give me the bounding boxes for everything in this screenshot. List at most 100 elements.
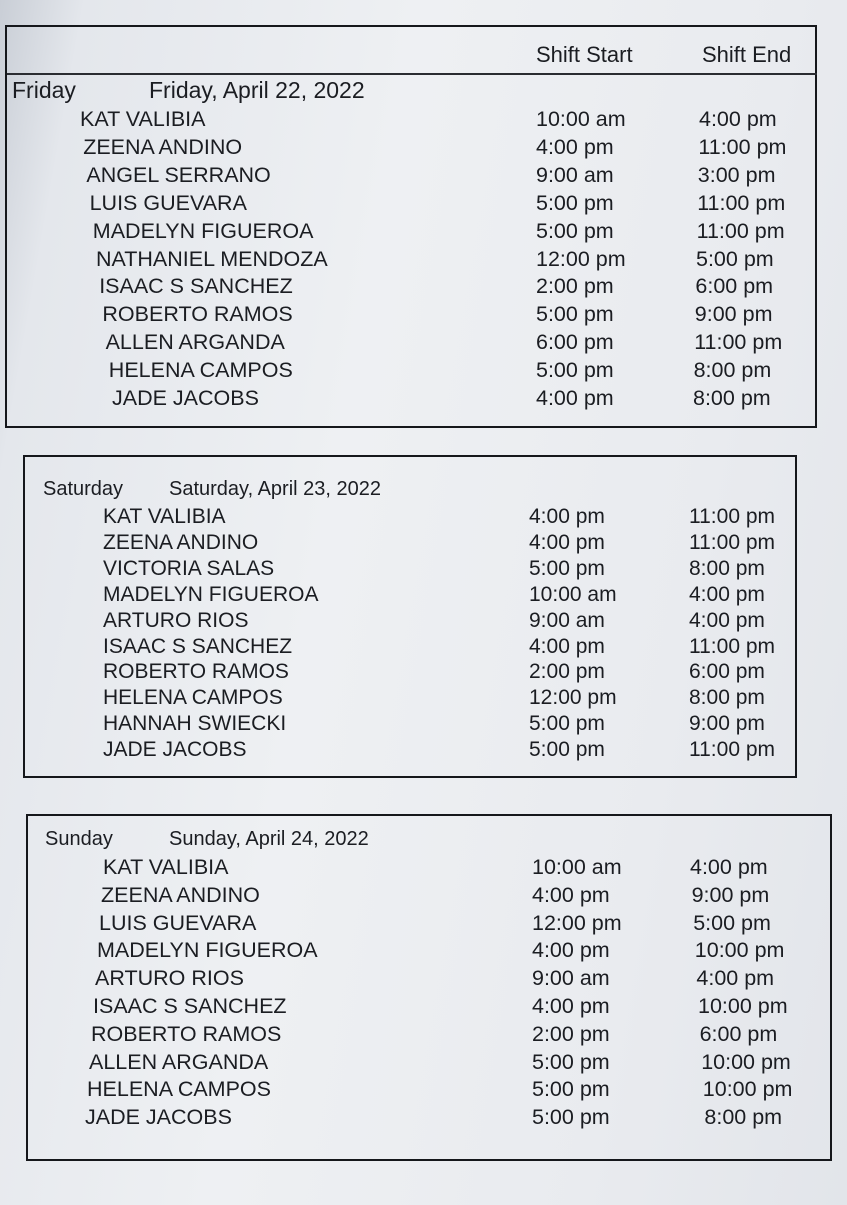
employee-name: ZEENA ANDINO — [83, 134, 243, 159]
sunday-schedule-box: Sunday Sunday, April 24, 2022 KAT VALIBI… — [26, 814, 832, 1161]
employee-name: MADELYN FIGUEROA — [103, 582, 319, 606]
shift-start-time: 10:00 am — [529, 582, 617, 606]
shift-end-time: 8:00 pm — [693, 386, 771, 410]
shift-start-time: 4:00 pm — [532, 994, 610, 1018]
employee-name: ALLEN ARGANDA — [89, 1049, 269, 1074]
shift-end-time: 4:00 pm — [689, 608, 765, 632]
shift-start-time: 5:00 pm — [532, 1077, 610, 1102]
shift-start-time: 5:00 pm — [532, 1049, 610, 1074]
employee-name: ROBERTO RAMOS — [103, 660, 289, 684]
table-row: JADE JACOBS 4:00 pm 8:00 pm — [7, 386, 815, 414]
table-row: ISAAC S SANCHEZ 4:00 pm 11:00 pm — [25, 635, 795, 663]
shift-start-time: 12:00 pm — [536, 246, 626, 271]
table-row: JADE JACOBS 5:00 pm 11:00 pm — [25, 738, 795, 766]
table-row: LUIS GUEVARA 5:00 pm 11:00 pm — [7, 191, 815, 219]
table-row: ROBERTO RAMOS 5:00 pm 9:00 pm — [7, 302, 815, 330]
employee-name: JADE JACOBS — [112, 386, 259, 410]
table-row: VICTORIA SALAS 5:00 pm 8:00 pm — [25, 557, 795, 585]
saturday-schedule-box: Saturday Saturday, April 23, 2022 KAT VA… — [23, 455, 797, 778]
employee-name: HELENA CAMPOS — [87, 1077, 271, 1102]
table-row: ARTURO RIOS 9:00 am 4:00 pm — [25, 609, 795, 637]
table-row: ISAAC S SANCHEZ 4:00 pm 10:00 pm — [28, 994, 830, 1022]
shift-start-time: 4:00 pm — [536, 386, 614, 410]
employee-name: KAT VALIBIA — [103, 505, 226, 528]
table-row: ALLEN ARGANDA 5:00 pm 10:00 pm — [28, 1050, 830, 1078]
shift-start-time: 9:00 am — [529, 608, 605, 632]
employee-name: ISAAC S SANCHEZ — [93, 994, 287, 1018]
shift-start-time: 4:00 pm — [532, 938, 610, 963]
shift-start-time: 10:00 am — [536, 107, 626, 131]
shift-end-time: 3:00 pm — [697, 162, 776, 187]
friday-schedule-box: Shift Start Shift End Friday Friday, Apr… — [5, 25, 817, 428]
shift-start-time: 4:00 pm — [529, 634, 605, 658]
shift-end-time: 6:00 pm — [699, 1021, 778, 1046]
shift-end-time: 5:00 pm — [693, 910, 771, 935]
shift-start-time: 10:00 am — [532, 855, 622, 879]
employee-name: JADE JACOBS — [85, 1105, 232, 1130]
table-row: ISAAC S SANCHEZ 2:00 pm 6:00 pm — [7, 274, 815, 302]
shift-start-header: Shift Start — [536, 42, 633, 67]
table-row: HELENA CAMPOS 5:00 pm 8:00 pm — [7, 358, 815, 386]
shift-end-time: 11:00 pm — [694, 330, 783, 355]
shift-start-time: 9:00 am — [532, 966, 610, 991]
shift-start-time: 5:00 pm — [529, 556, 605, 580]
shift-end-time: 10:00 pm — [694, 938, 785, 963]
date-label: Sunday, April 24, 2022 — [169, 828, 369, 850]
shift-end-time: 11:00 pm — [696, 218, 785, 243]
header-rule — [7, 73, 817, 75]
shift-start-time: 6:00 pm — [536, 330, 614, 355]
table-row: HELENA CAMPOS 5:00 pm 10:00 pm — [28, 1077, 830, 1105]
shift-start-time: 2:00 pm — [529, 660, 605, 684]
shift-start-time: 12:00 pm — [529, 686, 617, 710]
employee-name: ZEENA ANDINO — [101, 882, 260, 907]
employee-name: ROBERTO RAMOS — [91, 1021, 282, 1046]
table-row: ARTURO RIOS 9:00 am 4:00 pm — [28, 966, 830, 994]
shift-start-time: 5:00 pm — [529, 712, 605, 736]
shift-end-time: 10:00 pm — [702, 1077, 793, 1102]
shift-end-time: 11:00 pm — [698, 134, 787, 159]
shift-end-time: 9:00 pm — [694, 302, 773, 327]
shift-end-time: 11:00 pm — [689, 738, 775, 762]
date-label: Friday, April 22, 2022 — [149, 77, 365, 103]
shift-end-time: 10:00 pm — [701, 1049, 791, 1074]
employee-name: NATHANIEL MENDOZA — [96, 246, 328, 271]
employee-name: ROBERTO RAMOS — [102, 302, 293, 327]
employee-name: ARTURO RIOS — [95, 966, 244, 991]
date-label: Saturday, April 23, 2022 — [169, 478, 381, 500]
employee-name: ZEENA ANDINO — [103, 530, 259, 554]
table-row: MADELYN FIGUEROA 4:00 pm 10:00 pm — [28, 938, 830, 966]
table-row: KAT VALIBIA 4:00 pm 11:00 pm — [25, 505, 795, 533]
shift-end-time: 8:00 pm — [689, 556, 765, 580]
shift-start-time: 4:00 pm — [529, 505, 605, 528]
table-row: ROBERTO RAMOS 2:00 pm 6:00 pm — [28, 1022, 830, 1050]
day-label: Sunday — [45, 828, 113, 850]
shift-start-time: 5:00 pm — [532, 1105, 610, 1130]
table-row: NATHANIEL MENDOZA 12:00 pm 5:00 pm — [7, 247, 815, 275]
shift-start-time: 5:00 pm — [529, 738, 605, 762]
shift-end-time: 4:00 pm — [696, 966, 775, 991]
shift-start-time: 12:00 pm — [532, 910, 622, 935]
employee-name: MADELYN FIGUEROA — [92, 218, 314, 243]
shift-start-time: 2:00 pm — [536, 274, 614, 299]
shift-start-time: 4:00 pm — [536, 134, 614, 159]
shift-start-time: 4:00 pm — [532, 882, 610, 907]
table-row: ZEENA ANDINO 4:00 pm 11:00 pm — [25, 531, 795, 559]
day-label: Friday — [12, 77, 76, 103]
shift-end-time: 4:00 pm — [690, 855, 768, 879]
table-row: ZEENA ANDINO 4:00 pm 9:00 pm — [28, 883, 830, 911]
table-row: KAT VALIBIA 10:00 am 4:00 pm — [28, 855, 830, 883]
shift-end-header: Shift End — [702, 42, 792, 67]
shift-end-time: 10:00 pm — [698, 994, 788, 1018]
table-row: MADELYN FIGUEROA 5:00 pm 11:00 pm — [7, 219, 815, 247]
table-row: JADE JACOBS 5:00 pm 8:00 pm — [28, 1105, 830, 1133]
employee-name: KAT VALIBIA — [103, 855, 229, 879]
table-row: KAT VALIBIA 10:00 am 4:00 pm — [7, 107, 815, 135]
employee-name: HELENA CAMPOS — [108, 358, 293, 383]
day-label: Saturday — [43, 478, 124, 500]
employee-name: JADE JACOBS — [103, 738, 247, 762]
table-row: ANGEL SERRANO 9:00 am 3:00 pm — [7, 163, 815, 191]
employee-name: ARTURO RIOS — [103, 608, 249, 632]
table-row: LUIS GUEVARA 12:00 pm 5:00 pm — [28, 911, 830, 939]
shift-end-time: 8:00 pm — [693, 358, 772, 383]
shift-end-time: 8:00 pm — [704, 1105, 783, 1130]
